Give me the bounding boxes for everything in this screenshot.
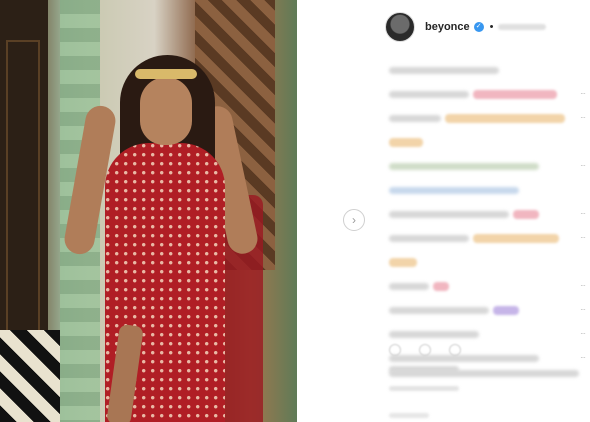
kebab-menu-icon[interactable]: ··· [580,161,586,170]
verified-icon: ✓ [473,22,484,32]
list-item [389,182,589,200]
comment-list: ··· ··· ··· ··· ··· ··· ··· ··· ··· [389,62,589,374]
kebab-menu-icon[interactable]: ··· [580,305,586,314]
add-comment-field-blurred[interactable] [389,413,429,418]
heart-icon[interactable] [389,344,401,356]
likes-count-blurred[interactable] [389,370,579,377]
list-item: ··· [389,230,589,248]
list-item: ··· [389,278,589,296]
list-item [389,254,589,272]
list-item [389,62,589,80]
follow-link-blurred[interactable] [497,24,546,30]
avatar[interactable] [385,12,415,42]
kebab-menu-icon[interactable]: ··· [580,329,586,338]
photo-face [140,77,192,145]
comment-icon[interactable] [419,344,431,356]
kebab-menu-icon[interactable]: ··· [580,281,586,290]
list-item [389,134,589,152]
list-item: ··· [389,86,589,104]
header-separator: • [489,21,494,33]
post-photo [0,0,297,422]
share-icon[interactable] [449,344,461,356]
kebab-menu-icon[interactable]: ··· [580,89,586,98]
timestamp-blurred [389,386,459,391]
kebab-menu-icon[interactable]: ··· [580,113,586,122]
username-link[interactable]: beyonce [425,21,470,33]
kebab-menu-icon[interactable]: ··· [580,209,586,218]
list-item: ··· [389,158,589,176]
list-item: ··· [389,206,589,224]
photo-headpiece [135,69,197,79]
list-item: ··· [389,110,589,128]
kebab-menu-icon[interactable]: ··· [580,233,586,242]
photo-subject [55,25,265,422]
photo-background-floor [0,330,60,422]
list-item: ··· [389,302,589,320]
post-details-panel: beyonce ✓ • ··· ··· ··· ··· ··· ··· ··· … [375,0,590,422]
chevron-right-icon[interactable]: › [343,209,365,231]
post-header: beyonce ✓ • [385,12,585,42]
post-actions [389,342,589,358]
